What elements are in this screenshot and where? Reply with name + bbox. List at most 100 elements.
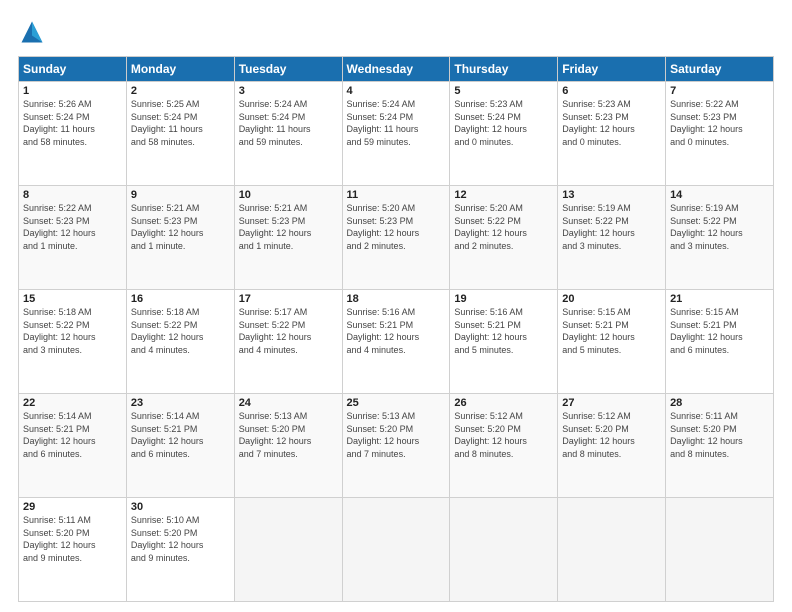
day-info: Sunrise: 5:14 AM Sunset: 5:21 PM Dayligh… — [23, 410, 122, 460]
col-wednesday: Wednesday — [342, 57, 450, 82]
table-row: 24Sunrise: 5:13 AM Sunset: 5:20 PM Dayli… — [234, 394, 342, 498]
calendar-week-4: 22Sunrise: 5:14 AM Sunset: 5:21 PM Dayli… — [19, 394, 774, 498]
table-row: 30Sunrise: 5:10 AM Sunset: 5:20 PM Dayli… — [126, 498, 234, 602]
day-number: 5 — [454, 85, 553, 97]
day-info: Sunrise: 5:25 AM Sunset: 5:24 PM Dayligh… — [131, 98, 230, 148]
day-number: 12 — [454, 189, 553, 201]
day-info: Sunrise: 5:11 AM Sunset: 5:20 PM Dayligh… — [23, 514, 122, 564]
table-row: 29Sunrise: 5:11 AM Sunset: 5:20 PM Dayli… — [19, 498, 127, 602]
table-row — [342, 498, 450, 602]
table-row: 8Sunrise: 5:22 AM Sunset: 5:23 PM Daylig… — [19, 186, 127, 290]
day-info: Sunrise: 5:13 AM Sunset: 5:20 PM Dayligh… — [347, 410, 446, 460]
table-row: 7Sunrise: 5:22 AM Sunset: 5:23 PM Daylig… — [666, 82, 774, 186]
table-row: 20Sunrise: 5:15 AM Sunset: 5:21 PM Dayli… — [558, 290, 666, 394]
table-row: 13Sunrise: 5:19 AM Sunset: 5:22 PM Dayli… — [558, 186, 666, 290]
day-info: Sunrise: 5:21 AM Sunset: 5:23 PM Dayligh… — [239, 202, 338, 252]
day-info: Sunrise: 5:20 AM Sunset: 5:23 PM Dayligh… — [347, 202, 446, 252]
table-row: 5Sunrise: 5:23 AM Sunset: 5:24 PM Daylig… — [450, 82, 558, 186]
day-number: 18 — [347, 293, 446, 305]
table-row: 18Sunrise: 5:16 AM Sunset: 5:21 PM Dayli… — [342, 290, 450, 394]
day-info: Sunrise: 5:15 AM Sunset: 5:21 PM Dayligh… — [562, 306, 661, 356]
day-number: 4 — [347, 85, 446, 97]
day-number: 28 — [670, 397, 769, 409]
table-row: 9Sunrise: 5:21 AM Sunset: 5:23 PM Daylig… — [126, 186, 234, 290]
day-number: 29 — [23, 501, 122, 513]
day-info: Sunrise: 5:16 AM Sunset: 5:21 PM Dayligh… — [347, 306, 446, 356]
day-info: Sunrise: 5:22 AM Sunset: 5:23 PM Dayligh… — [670, 98, 769, 148]
day-info: Sunrise: 5:16 AM Sunset: 5:21 PM Dayligh… — [454, 306, 553, 356]
day-number: 6 — [562, 85, 661, 97]
day-info: Sunrise: 5:23 AM Sunset: 5:24 PM Dayligh… — [454, 98, 553, 148]
day-number: 1 — [23, 85, 122, 97]
table-row: 15Sunrise: 5:18 AM Sunset: 5:22 PM Dayli… — [19, 290, 127, 394]
table-row — [558, 498, 666, 602]
day-number: 13 — [562, 189, 661, 201]
table-row: 1Sunrise: 5:26 AM Sunset: 5:24 PM Daylig… — [19, 82, 127, 186]
table-row: 23Sunrise: 5:14 AM Sunset: 5:21 PM Dayli… — [126, 394, 234, 498]
col-friday: Friday — [558, 57, 666, 82]
day-number: 22 — [23, 397, 122, 409]
day-number: 30 — [131, 501, 230, 513]
day-info: Sunrise: 5:15 AM Sunset: 5:21 PM Dayligh… — [670, 306, 769, 356]
table-row: 14Sunrise: 5:19 AM Sunset: 5:22 PM Dayli… — [666, 186, 774, 290]
table-row: 25Sunrise: 5:13 AM Sunset: 5:20 PM Dayli… — [342, 394, 450, 498]
day-number: 21 — [670, 293, 769, 305]
logo-icon — [18, 18, 46, 46]
day-info: Sunrise: 5:19 AM Sunset: 5:22 PM Dayligh… — [562, 202, 661, 252]
table-row — [450, 498, 558, 602]
day-number: 16 — [131, 293, 230, 305]
day-info: Sunrise: 5:26 AM Sunset: 5:24 PM Dayligh… — [23, 98, 122, 148]
day-number: 27 — [562, 397, 661, 409]
calendar-week-5: 29Sunrise: 5:11 AM Sunset: 5:20 PM Dayli… — [19, 498, 774, 602]
day-number: 19 — [454, 293, 553, 305]
day-info: Sunrise: 5:13 AM Sunset: 5:20 PM Dayligh… — [239, 410, 338, 460]
calendar-header-row: Sunday Monday Tuesday Wednesday Thursday… — [19, 57, 774, 82]
page: Sunday Monday Tuesday Wednesday Thursday… — [0, 0, 792, 612]
calendar-week-2: 8Sunrise: 5:22 AM Sunset: 5:23 PM Daylig… — [19, 186, 774, 290]
day-info: Sunrise: 5:18 AM Sunset: 5:22 PM Dayligh… — [131, 306, 230, 356]
col-monday: Monday — [126, 57, 234, 82]
table-row: 2Sunrise: 5:25 AM Sunset: 5:24 PM Daylig… — [126, 82, 234, 186]
table-row: 10Sunrise: 5:21 AM Sunset: 5:23 PM Dayli… — [234, 186, 342, 290]
day-info: Sunrise: 5:22 AM Sunset: 5:23 PM Dayligh… — [23, 202, 122, 252]
day-info: Sunrise: 5:19 AM Sunset: 5:22 PM Dayligh… — [670, 202, 769, 252]
day-number: 3 — [239, 85, 338, 97]
table-row: 4Sunrise: 5:24 AM Sunset: 5:24 PM Daylig… — [342, 82, 450, 186]
day-info: Sunrise: 5:12 AM Sunset: 5:20 PM Dayligh… — [562, 410, 661, 460]
day-info: Sunrise: 5:14 AM Sunset: 5:21 PM Dayligh… — [131, 410, 230, 460]
day-number: 20 — [562, 293, 661, 305]
day-info: Sunrise: 5:21 AM Sunset: 5:23 PM Dayligh… — [131, 202, 230, 252]
day-info: Sunrise: 5:10 AM Sunset: 5:20 PM Dayligh… — [131, 514, 230, 564]
day-number: 15 — [23, 293, 122, 305]
calendar-table: Sunday Monday Tuesday Wednesday Thursday… — [18, 56, 774, 602]
header — [18, 18, 774, 46]
day-info: Sunrise: 5:12 AM Sunset: 5:20 PM Dayligh… — [454, 410, 553, 460]
table-row: 26Sunrise: 5:12 AM Sunset: 5:20 PM Dayli… — [450, 394, 558, 498]
day-number: 26 — [454, 397, 553, 409]
table-row: 6Sunrise: 5:23 AM Sunset: 5:23 PM Daylig… — [558, 82, 666, 186]
col-tuesday: Tuesday — [234, 57, 342, 82]
day-number: 8 — [23, 189, 122, 201]
table-row: 27Sunrise: 5:12 AM Sunset: 5:20 PM Dayli… — [558, 394, 666, 498]
day-info: Sunrise: 5:24 AM Sunset: 5:24 PM Dayligh… — [347, 98, 446, 148]
day-number: 14 — [670, 189, 769, 201]
col-saturday: Saturday — [666, 57, 774, 82]
table-row: 17Sunrise: 5:17 AM Sunset: 5:22 PM Dayli… — [234, 290, 342, 394]
col-thursday: Thursday — [450, 57, 558, 82]
day-number: 11 — [347, 189, 446, 201]
table-row — [666, 498, 774, 602]
table-row: 22Sunrise: 5:14 AM Sunset: 5:21 PM Dayli… — [19, 394, 127, 498]
table-row: 12Sunrise: 5:20 AM Sunset: 5:22 PM Dayli… — [450, 186, 558, 290]
table-row: 16Sunrise: 5:18 AM Sunset: 5:22 PM Dayli… — [126, 290, 234, 394]
calendar-week-3: 15 Sunrise: 5:18 AM Sunset: 5:22 PM Dayli… — [19, 290, 774, 394]
day-number: 23 — [131, 397, 230, 409]
table-row: 11Sunrise: 5:20 AM Sunset: 5:23 PM Dayli… — [342, 186, 450, 290]
day-number: 24 — [239, 397, 338, 409]
day-info: Sunrise: 5:17 AM Sunset: 5:22 PM Dayligh… — [239, 306, 338, 356]
logo — [18, 18, 50, 46]
day-info: Sunrise: 5:23 AM Sunset: 5:23 PM Dayligh… — [562, 98, 661, 148]
day-info: Sunrise: 5:20 AM Sunset: 5:22 PM Dayligh… — [454, 202, 553, 252]
day-info: Sunrise: 5:11 AM Sunset: 5:20 PM Dayligh… — [670, 410, 769, 460]
day-number: 2 — [131, 85, 230, 97]
day-number: 7 — [670, 85, 769, 97]
